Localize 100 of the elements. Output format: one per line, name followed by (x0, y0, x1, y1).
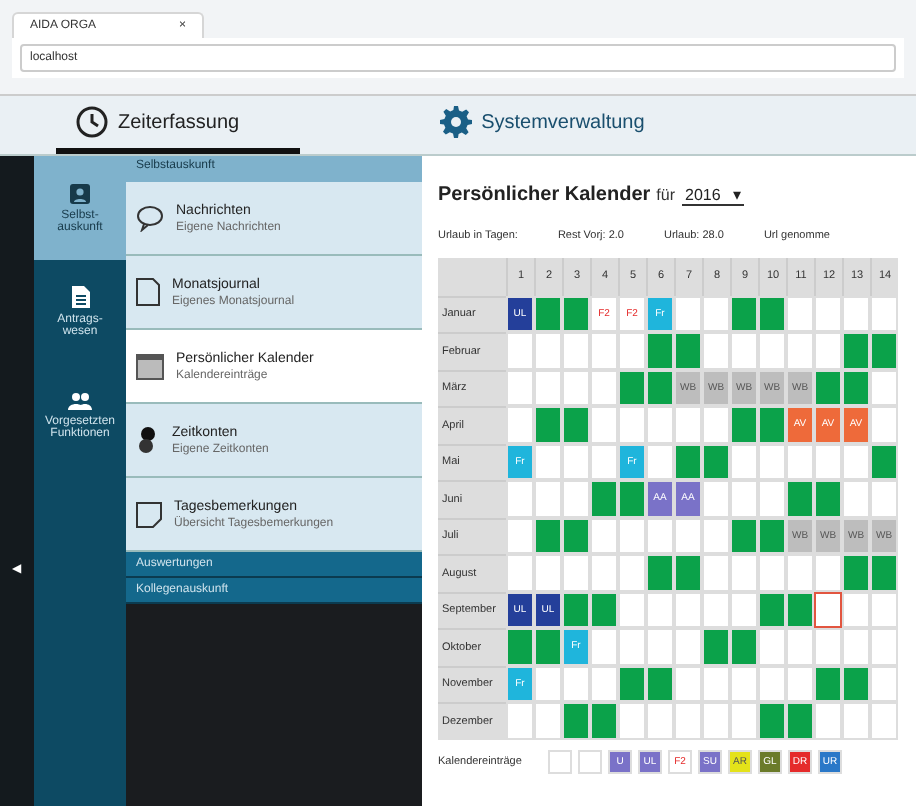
weekend-cell[interactable] (618, 369, 646, 406)
day-cell[interactable] (562, 332, 590, 369)
day-cell[interactable] (842, 480, 870, 517)
weekend-cell[interactable] (758, 591, 786, 628)
weekend-cell[interactable] (702, 443, 730, 480)
day-cell[interactable] (730, 443, 758, 480)
day-cell[interactable] (590, 406, 618, 443)
day-cell[interactable] (618, 406, 646, 443)
day-cell[interactable] (534, 702, 562, 739)
weekend-cell[interactable] (870, 554, 898, 591)
weekend-cell[interactable] (646, 554, 674, 591)
weekend-cell[interactable] (702, 628, 730, 665)
day-cell[interactable] (702, 480, 730, 517)
day-cell[interactable] (534, 480, 562, 517)
day-cell[interactable] (786, 628, 814, 665)
day-cell[interactable] (870, 628, 898, 665)
day-cell[interactable] (618, 702, 646, 739)
weekend-cell[interactable] (730, 628, 758, 665)
weekend-cell[interactable] (562, 406, 590, 443)
day-cell[interactable] (534, 554, 562, 591)
day-cell[interactable] (702, 554, 730, 591)
day-cell[interactable] (590, 628, 618, 665)
weekend-cell[interactable] (562, 517, 590, 554)
weekend-cell[interactable] (618, 665, 646, 702)
day-cell[interactable] (730, 665, 758, 702)
day-cell[interactable] (590, 332, 618, 369)
weekend-cell[interactable] (758, 702, 786, 739)
day-cell[interactable] (730, 591, 758, 628)
day-cell[interactable] (562, 443, 590, 480)
day-cell[interactable] (674, 406, 702, 443)
day-cell[interactable] (786, 554, 814, 591)
day-cell[interactable] (506, 369, 534, 406)
weekend-cell[interactable] (534, 628, 562, 665)
weekend-cell[interactable] (590, 702, 618, 739)
day-cell[interactable] (702, 591, 730, 628)
day-cell[interactable] (870, 295, 898, 332)
day-cell[interactable] (674, 517, 702, 554)
day-cell[interactable] (842, 591, 870, 628)
day-cell[interactable] (814, 554, 842, 591)
day-cell[interactable] (618, 517, 646, 554)
day-cell[interactable] (618, 628, 646, 665)
day-cell[interactable] (730, 702, 758, 739)
weekend-cell[interactable] (562, 702, 590, 739)
weekend-cell[interactable] (730, 295, 758, 332)
day-cell[interactable] (506, 517, 534, 554)
day-cell[interactable] (562, 369, 590, 406)
day-cell[interactable] (758, 554, 786, 591)
day-cell[interactable] (562, 480, 590, 517)
weekend-cell[interactable] (646, 332, 674, 369)
day-cell[interactable] (618, 554, 646, 591)
weekend-cell[interactable] (758, 517, 786, 554)
day-cell[interactable] (506, 702, 534, 739)
day-cell[interactable] (646, 591, 674, 628)
weekend-cell[interactable] (562, 295, 590, 332)
day-cell[interactable] (870, 480, 898, 517)
weekend-cell[interactable] (730, 517, 758, 554)
day-cell[interactable] (870, 591, 898, 628)
day-cell[interactable] (870, 702, 898, 739)
weekend-cell[interactable] (786, 591, 814, 628)
weekend-cell[interactable] (758, 406, 786, 443)
day-cell[interactable] (786, 665, 814, 702)
weekend-cell[interactable] (646, 369, 674, 406)
day-cell[interactable] (562, 554, 590, 591)
weekend-cell[interactable] (870, 443, 898, 480)
weekend-cell[interactable] (786, 480, 814, 517)
weekend-cell[interactable] (814, 480, 842, 517)
day-cell[interactable] (702, 332, 730, 369)
day-cell[interactable] (814, 332, 842, 369)
day-cell[interactable] (646, 517, 674, 554)
day-cell[interactable] (814, 443, 842, 480)
day-cell[interactable] (758, 480, 786, 517)
day-cell[interactable] (506, 332, 534, 369)
weekend-cell[interactable] (618, 480, 646, 517)
day-cell[interactable] (842, 702, 870, 739)
weekend-cell[interactable] (842, 332, 870, 369)
day-cell[interactable] (870, 406, 898, 443)
day-cell[interactable] (786, 295, 814, 332)
day-cell[interactable] (730, 554, 758, 591)
day-cell[interactable] (674, 628, 702, 665)
day-cell[interactable] (590, 665, 618, 702)
weekend-cell[interactable] (814, 369, 842, 406)
day-cell[interactable] (590, 369, 618, 406)
day-cell[interactable] (534, 665, 562, 702)
day-cell[interactable] (730, 480, 758, 517)
weekend-cell[interactable] (786, 702, 814, 739)
day-cell[interactable] (842, 295, 870, 332)
weekend-cell[interactable] (842, 369, 870, 406)
weekend-cell[interactable] (590, 591, 618, 628)
day-cell[interactable] (562, 665, 590, 702)
app-tab[interactable]: Systemverwaltung (419, 96, 705, 154)
weekend-cell[interactable] (506, 628, 534, 665)
day-cell[interactable] (758, 443, 786, 480)
weekend-cell[interactable] (534, 406, 562, 443)
weekend-cell[interactable] (590, 480, 618, 517)
today-cell[interactable] (814, 591, 842, 628)
weekend-cell[interactable] (534, 295, 562, 332)
weekend-cell[interactable] (534, 517, 562, 554)
day-cell[interactable] (758, 332, 786, 369)
day-cell[interactable] (842, 443, 870, 480)
day-cell[interactable] (814, 295, 842, 332)
